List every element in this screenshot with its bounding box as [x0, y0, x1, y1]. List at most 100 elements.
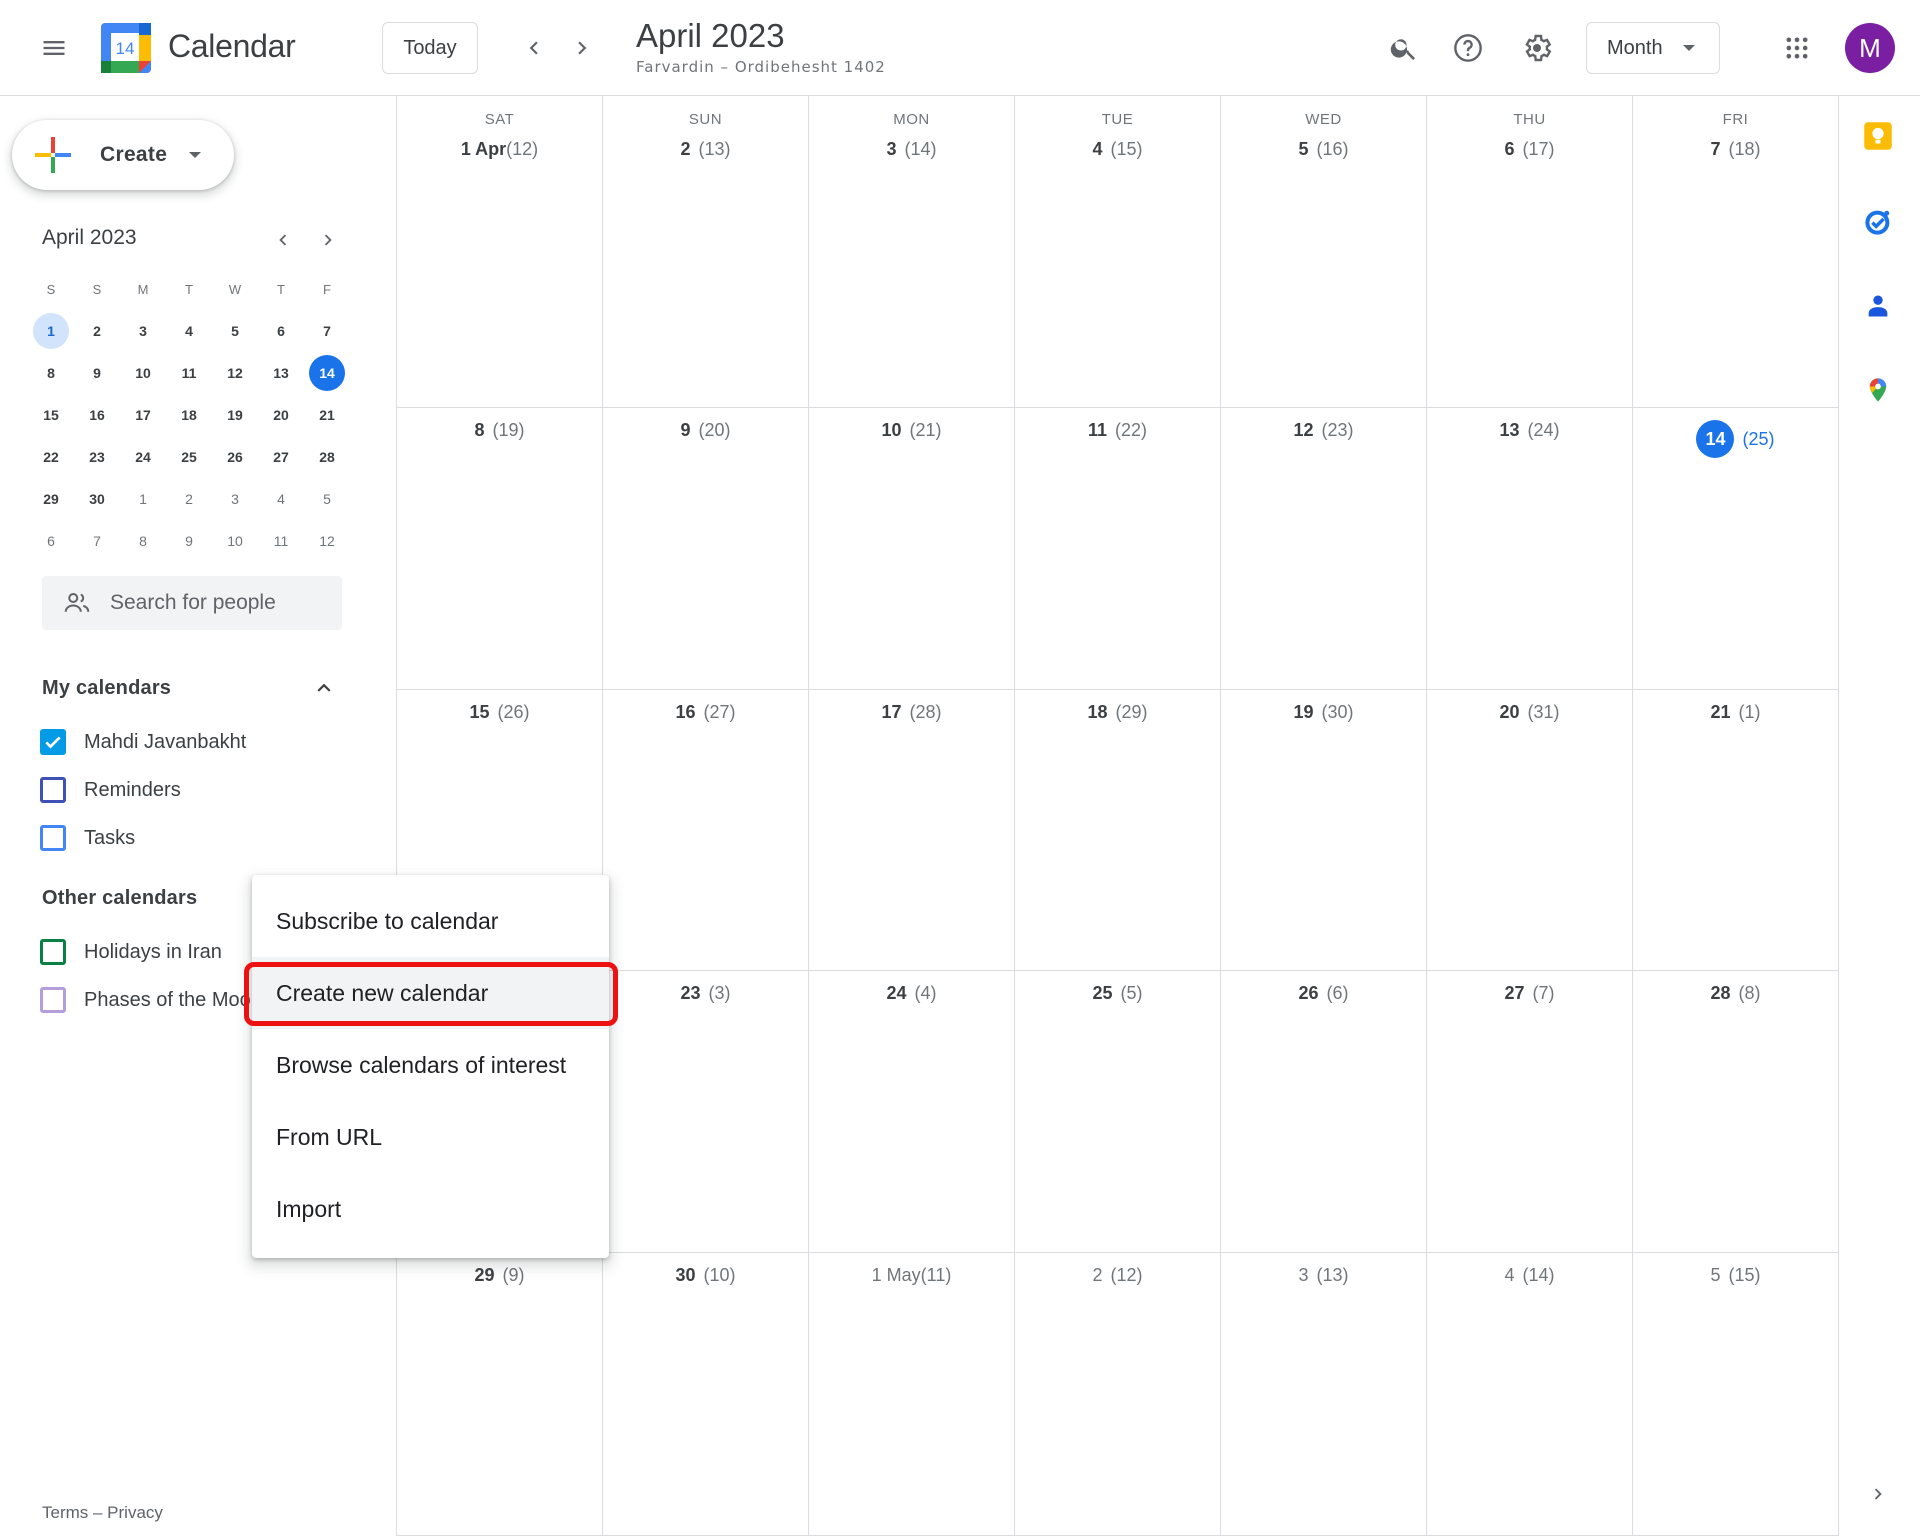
day-date-label[interactable]: 25 (5)	[1015, 983, 1220, 1004]
month-day-cell[interactable]: 28 (8)	[1633, 971, 1839, 1252]
mini-calendar-day[interactable]: 10	[120, 352, 166, 394]
month-day-cell[interactable]: 4 (14)	[1427, 1253, 1633, 1535]
checkbox-checked[interactable]	[40, 729, 66, 755]
month-day-cell[interactable]: 3 (13)	[1221, 1253, 1427, 1535]
terms-privacy-link[interactable]: Terms – Privacy	[42, 1503, 163, 1523]
day-date-label[interactable]: 3 (13)	[1221, 1265, 1426, 1286]
month-day-cell[interactable]: 8 (19)	[397, 408, 603, 689]
mini-calendar-day[interactable]: 6	[28, 520, 74, 562]
month-day-cell[interactable]: 26 (6)	[1221, 971, 1427, 1252]
month-day-cell[interactable]: 17 (28)	[809, 690, 1015, 970]
mini-calendar-day[interactable]: 5	[212, 310, 258, 352]
mini-calendar-day[interactable]: 12	[304, 520, 350, 562]
month-day-cell[interactable]: WED 5 (16)	[1221, 96, 1427, 407]
month-day-cell[interactable]: 29 (9)	[397, 1253, 603, 1535]
gregorian-date-number[interactable]: 18	[1087, 702, 1107, 723]
month-day-cell[interactable]: 25 (5)	[1015, 971, 1221, 1252]
checkbox-unchecked[interactable]	[40, 939, 66, 965]
mini-calendar-day[interactable]: 8	[28, 352, 74, 394]
mini-calendar-day[interactable]: 14	[304, 352, 350, 394]
help-button[interactable]	[1444, 24, 1492, 72]
day-date-label[interactable]: 26 (6)	[1221, 983, 1426, 1004]
month-day-cell[interactable]: 10 (21)	[809, 408, 1015, 689]
month-day-cell[interactable]: 30 (10)	[603, 1253, 809, 1535]
calendar-list-item[interactable]: Holidays in Iran	[40, 932, 222, 972]
mini-calendar-day[interactable]: 20	[258, 394, 304, 436]
gregorian-date-number[interactable]: 7	[1710, 139, 1720, 160]
day-date-label[interactable]: 17 (28)	[809, 702, 1014, 723]
maps-button[interactable]	[1858, 370, 1898, 410]
gregorian-date-number[interactable]: 4	[1504, 1265, 1514, 1286]
checkbox-unchecked[interactable]	[40, 825, 66, 851]
other-calendars-heading[interactable]: Other calendars	[42, 887, 197, 910]
mini-calendar-day[interactable]: 9	[166, 520, 212, 562]
month-day-cell[interactable]: FRI 7 (18)	[1633, 96, 1839, 407]
mini-calendar-day[interactable]: 7	[304, 310, 350, 352]
gregorian-date-number[interactable]: 13	[1499, 420, 1519, 441]
day-date-label[interactable]: 20 (31)	[1427, 702, 1632, 723]
gregorian-date-number[interactable]: 12	[1293, 420, 1313, 441]
mini-calendar-day[interactable]: 16	[74, 394, 120, 436]
menu-item-subscribe-to-calendar[interactable]: Subscribe to calendar	[252, 885, 609, 957]
tasks-button[interactable]	[1858, 202, 1898, 242]
menu-item-browse-calendars-of-interest[interactable]: Browse calendars of interest	[252, 1029, 609, 1101]
checkbox-unchecked[interactable]	[40, 987, 66, 1013]
gregorian-date-number[interactable]: 26	[1298, 983, 1318, 1004]
month-day-cell[interactable]: 14 (25)	[1633, 408, 1839, 689]
gregorian-date-number[interactable]: 3	[1298, 1265, 1308, 1286]
mini-calendar-day[interactable]: 27	[258, 436, 304, 478]
month-day-cell[interactable]: 11 (22)	[1015, 408, 1221, 689]
calendar-logo[interactable]: 14	[101, 23, 151, 73]
keep-button[interactable]	[1858, 116, 1898, 156]
day-date-label[interactable]: 9 (20)	[603, 420, 808, 441]
mini-calendar-day[interactable]: 18	[166, 394, 212, 436]
search-button[interactable]	[1380, 24, 1428, 72]
mini-calendar-day[interactable]: 5	[304, 478, 350, 520]
day-date-label[interactable]: 3 (14)	[809, 139, 1014, 160]
day-date-label[interactable]: 4 (15)	[1015, 139, 1220, 160]
month-day-cell[interactable]: 9 (20)	[603, 408, 809, 689]
mini-calendar-day[interactable]: 25	[166, 436, 212, 478]
day-date-label[interactable]: 2 (13)	[603, 139, 808, 160]
gregorian-date-number[interactable]: 2	[1092, 1265, 1102, 1286]
gregorian-date-number[interactable]: 28	[1710, 983, 1730, 1004]
month-day-cell[interactable]: THU 6 (17)	[1427, 96, 1633, 407]
gregorian-date-number[interactable]: 25	[1092, 983, 1112, 1004]
day-date-label[interactable]: 21 (1)	[1633, 702, 1838, 723]
gregorian-date-number[interactable]: 9	[680, 420, 690, 441]
mini-calendar-day[interactable]: 8	[120, 520, 166, 562]
my-calendars-collapse-button[interactable]	[302, 666, 346, 710]
mini-calendar-day[interactable]: 19	[212, 394, 258, 436]
day-date-label[interactable]: 5 (15)	[1633, 1265, 1838, 1286]
month-day-cell[interactable]: 27 (7)	[1427, 971, 1633, 1252]
day-date-label[interactable]: 15 (26)	[397, 702, 602, 723]
menu-item-from-url[interactable]: From URL	[252, 1101, 609, 1173]
month-day-cell[interactable]: 13 (24)	[1427, 408, 1633, 689]
gregorian-date-number[interactable]: 1 Apr	[461, 139, 506, 160]
month-day-cell[interactable]: SAT 1 Apr (12)	[397, 96, 603, 407]
mini-calendar-day[interactable]: 2	[166, 478, 212, 520]
month-day-cell[interactable]: TUE 4 (15)	[1015, 96, 1221, 407]
search-people-input[interactable]: Search for people	[42, 576, 342, 630]
calendar-list-item[interactable]: Phases of the Moon	[40, 980, 262, 1020]
mini-calendar-day[interactable]: 9	[74, 352, 120, 394]
mini-calendar-day[interactable]: 1	[28, 310, 74, 352]
month-day-cell[interactable]: 1 May (11)	[809, 1253, 1015, 1535]
today-button[interactable]: Today	[382, 22, 478, 74]
menu-item-import[interactable]: Import	[252, 1173, 609, 1245]
calendar-list-item[interactable]: Mahdi Javanbakht	[40, 722, 246, 762]
day-date-label[interactable]: 1 May (11)	[809, 1265, 1014, 1286]
checkbox-unchecked[interactable]	[40, 777, 66, 803]
previous-period-button[interactable]	[510, 24, 558, 72]
gregorian-date-number[interactable]: 16	[675, 702, 695, 723]
month-day-cell[interactable]: 12 (23)	[1221, 408, 1427, 689]
gregorian-date-number[interactable]: 27	[1504, 983, 1524, 1004]
mini-calendar-day[interactable]: 7	[74, 520, 120, 562]
gregorian-date-number[interactable]: 5	[1710, 1265, 1720, 1286]
mini-calendar-next-button[interactable]	[304, 218, 352, 262]
day-date-label[interactable]: 4 (14)	[1427, 1265, 1632, 1286]
next-period-button[interactable]	[558, 24, 606, 72]
day-date-label[interactable]: 14 (25)	[1633, 420, 1838, 458]
day-date-label[interactable]: 5 (16)	[1221, 139, 1426, 160]
day-date-label[interactable]: 12 (23)	[1221, 420, 1426, 441]
